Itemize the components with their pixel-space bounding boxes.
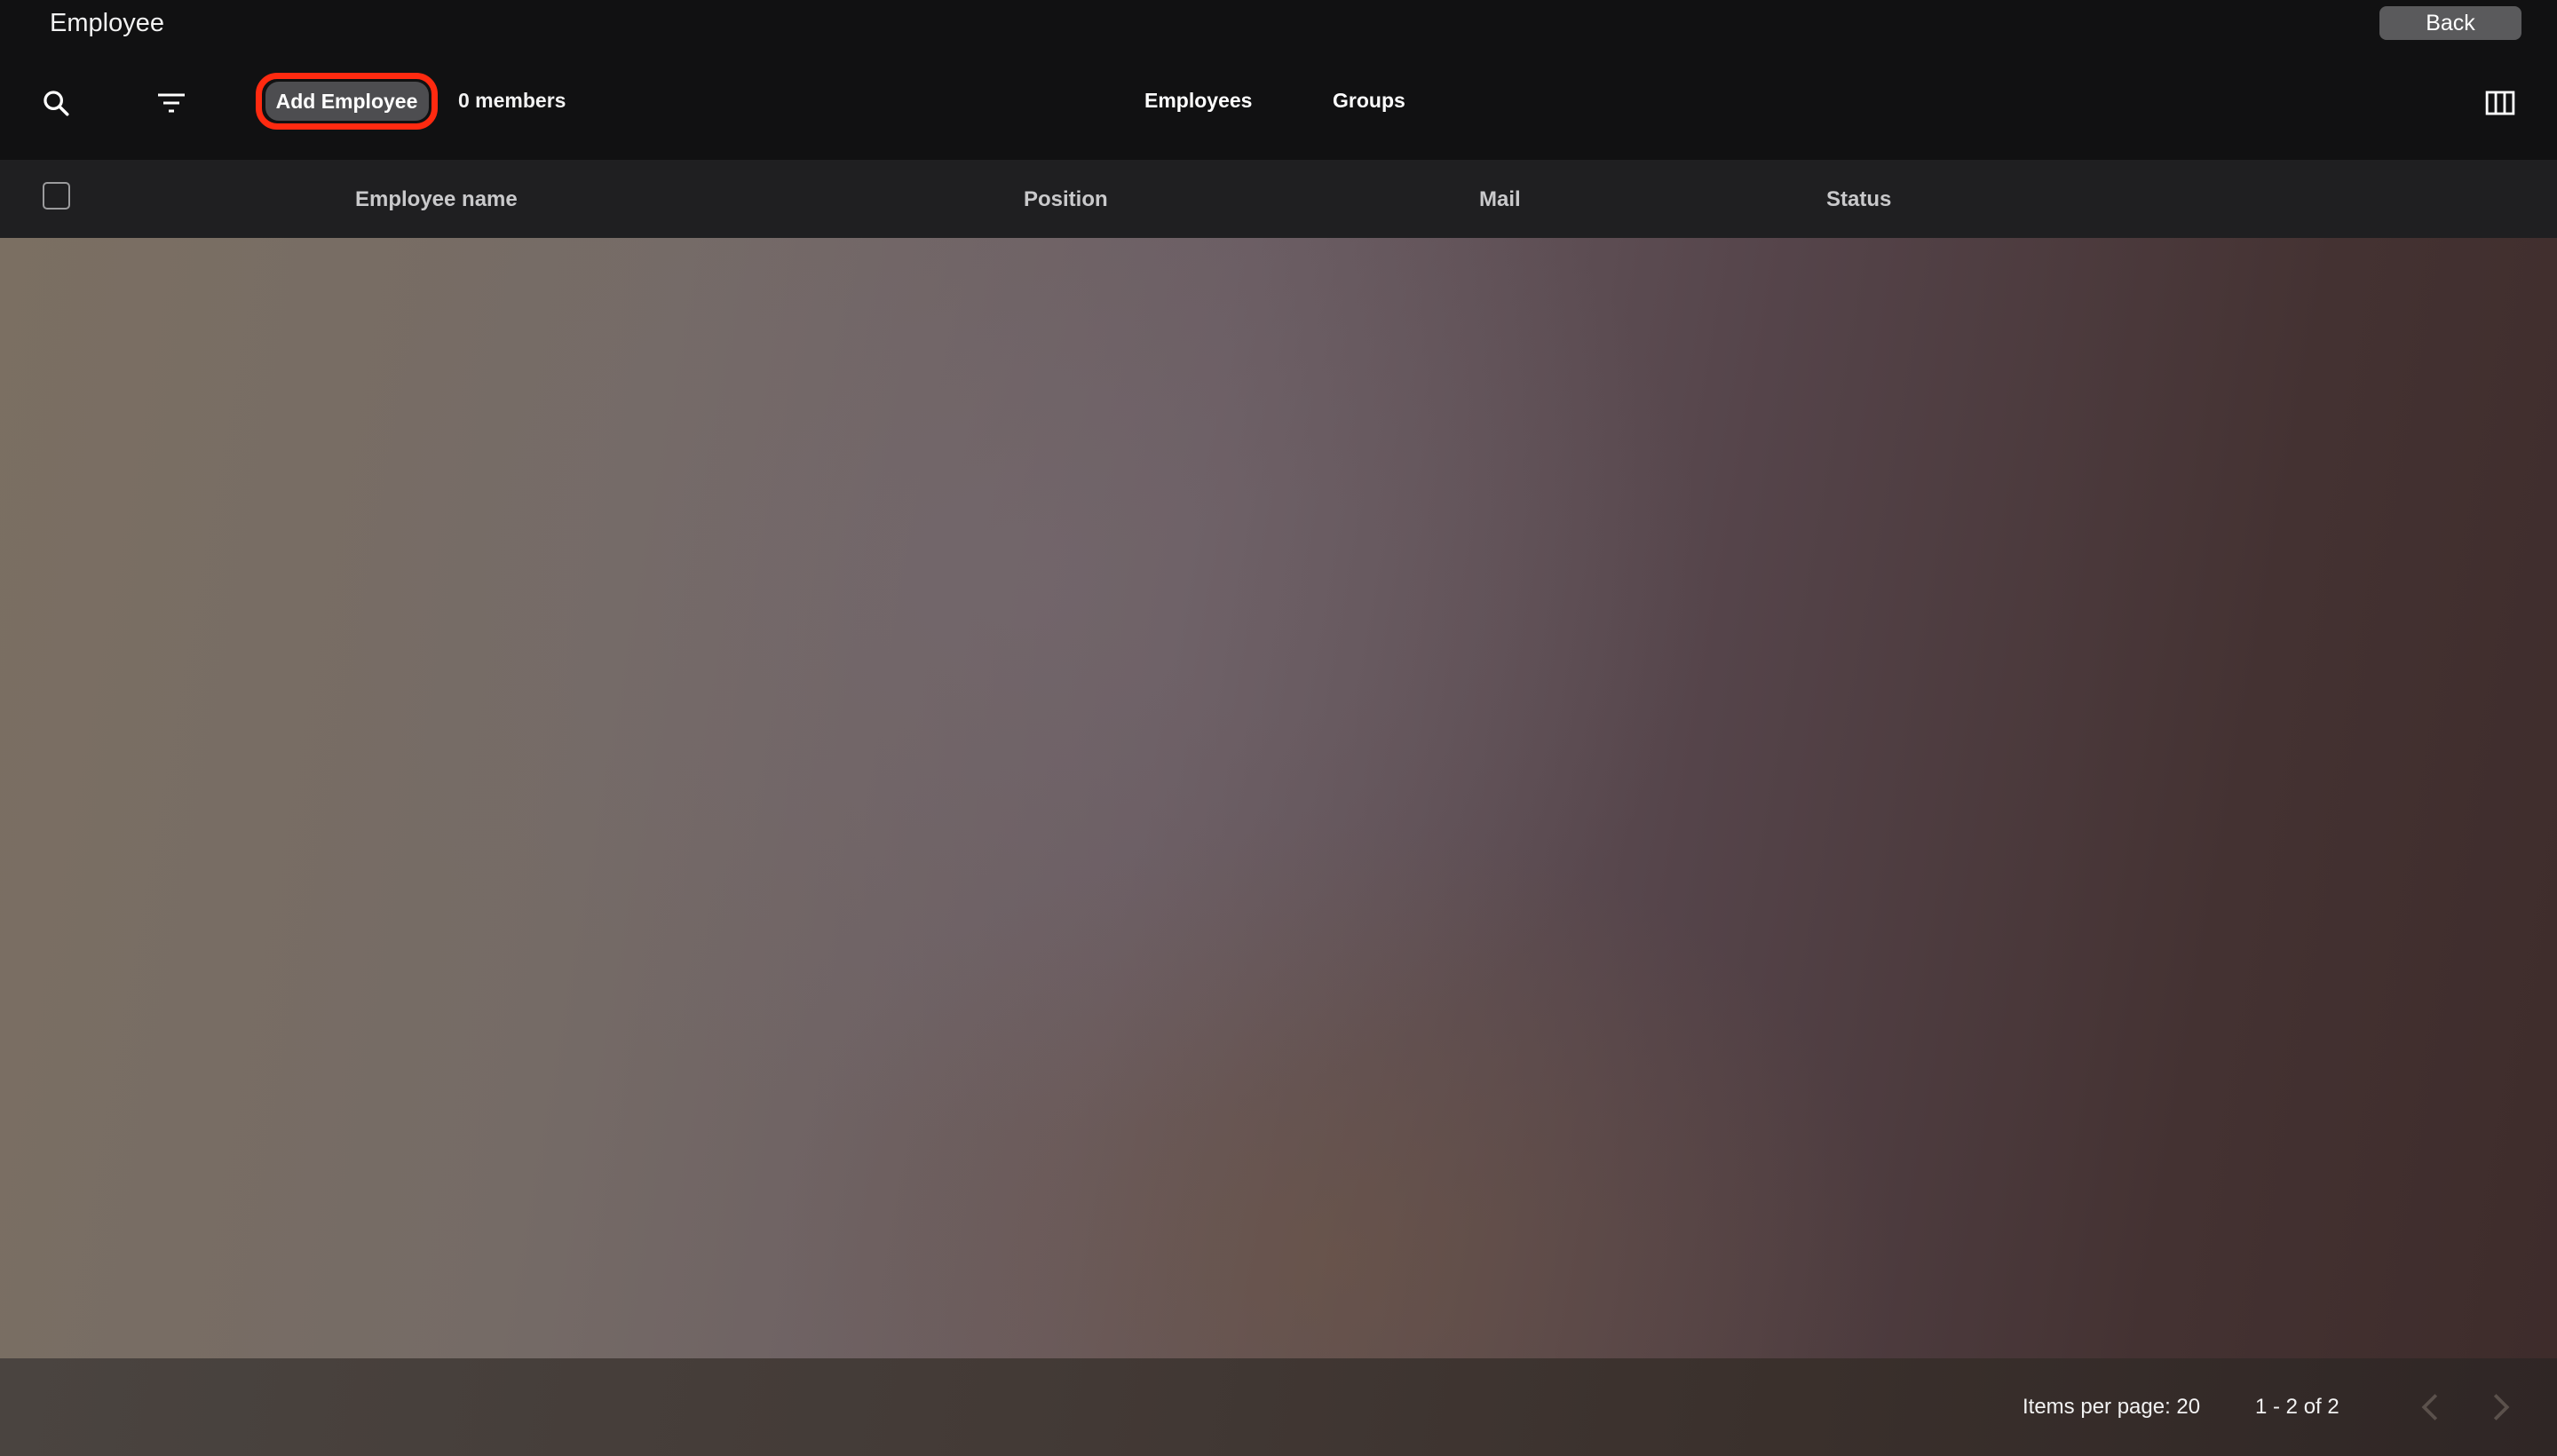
add-employee-button[interactable]: Add Employee	[265, 82, 429, 121]
page-range-label: 1 - 2 of 2	[2255, 1395, 2339, 1419]
add-employee-highlight: Add Employee	[256, 73, 438, 130]
next-page-icon[interactable]	[2479, 1385, 2523, 1429]
column-header-mail[interactable]: Mail	[1479, 186, 1521, 213]
members-count: 0 members	[458, 89, 566, 112]
table-body-empty	[0, 238, 2557, 1358]
paginator: Items per page: 20 1 - 2 of 2	[0, 1358, 2557, 1456]
title-bar: Employee Back	[0, 0, 2557, 46]
tab-groups[interactable]: Groups	[1333, 87, 1405, 114]
column-header-status[interactable]: Status	[1826, 186, 1891, 213]
filter-icon[interactable]	[148, 80, 194, 126]
app-window: Employee Back Add Employee 0 members Emp…	[0, 0, 2557, 1456]
previous-page-icon[interactable]	[2408, 1385, 2452, 1429]
back-button[interactable]: Back	[2379, 6, 2521, 40]
page-title: Employee	[50, 9, 164, 37]
table-header: Employee name Position Mail Status	[0, 160, 2557, 238]
toolbar: Add Employee 0 members Employees Groups	[0, 46, 2557, 160]
select-all-checkbox[interactable]	[43, 182, 70, 210]
search-icon[interactable]	[33, 80, 79, 126]
column-header-position[interactable]: Position	[1024, 186, 1108, 213]
column-header-employee-name[interactable]: Employee name	[355, 186, 518, 213]
items-per-page-select[interactable]: Items per page: 20	[2023, 1394, 2200, 1420]
tab-employees[interactable]: Employees	[1144, 87, 1252, 114]
view-columns-icon[interactable]	[2477, 80, 2523, 126]
